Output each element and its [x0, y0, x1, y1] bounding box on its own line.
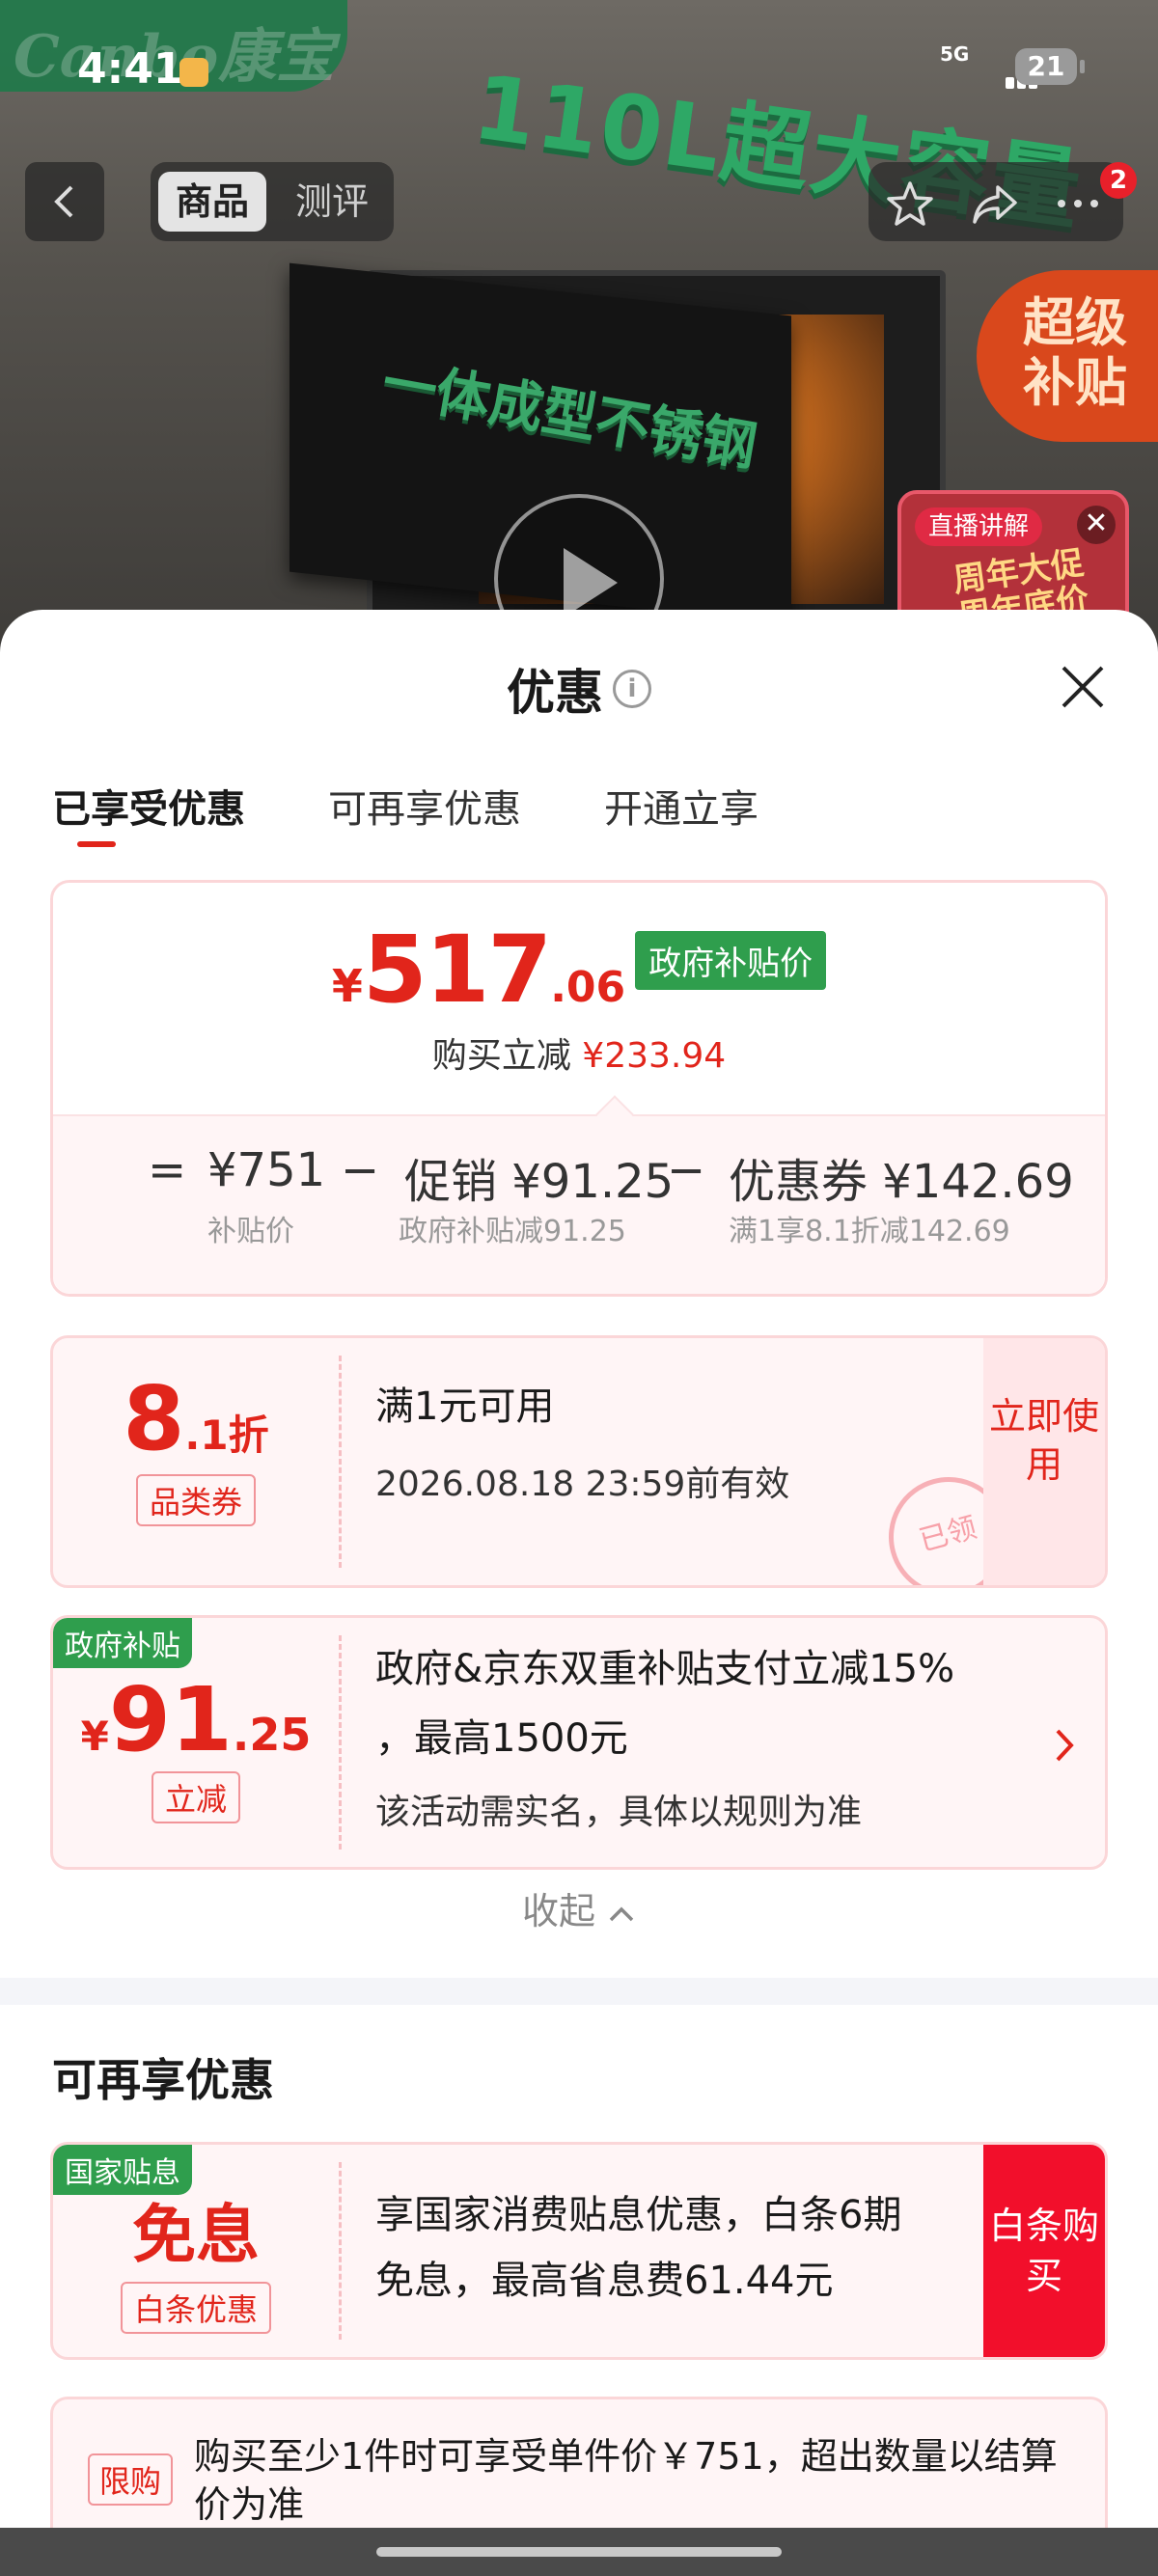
close-icon[interactable]: ✕ [1077, 506, 1116, 544]
coupon-discount: 8.1折 [123, 1367, 269, 1470]
status-time: 4:41 [77, 44, 183, 94]
coupon-type-chip: 品类券 [135, 1474, 256, 1526]
subsidy-note: 该活动需实名，具体以规则为准 [375, 1793, 863, 1832]
tab-activate[interactable]: 开通立享 [604, 778, 758, 834]
info-icon[interactable]: i [613, 670, 651, 708]
active-tab-indicator [77, 841, 116, 847]
chevron-right-icon[interactable] [1053, 1726, 1076, 1765]
interest-free-line1: 享国家消费贴息优惠，白条6期 [375, 2193, 902, 2237]
limit-text: 购买至少1件时可享受单件价￥751，超出数量以结算价为准 [194, 2435, 1058, 2526]
price-decimal: .06 [550, 963, 626, 1012]
section-title: 可再享优惠 [52, 2054, 274, 2106]
top-actions [868, 162, 1123, 241]
collapse-label: 收起 [521, 1890, 595, 1932]
instant-reduce-chip: 立减 [151, 1771, 240, 1823]
star-icon[interactable] [884, 178, 936, 230]
section-gap [0, 1978, 1158, 2005]
price-summary-card: ¥517.06 政府补贴价 购买立减 ¥233.94 = ¥751 补贴价 − 促… [50, 880, 1108, 1297]
subsidy-amount: ¥91.25 [80, 1668, 312, 1771]
reduce-label: 购买立减 [431, 1036, 571, 1076]
final-price: ¥517.06 政府补贴价 [53, 916, 1105, 1024]
use-now-button[interactable]: 立即使用 [983, 1338, 1105, 1585]
interest-free-headline: 免息 [132, 2198, 260, 2272]
gov-subsidy-tag: 政府补贴价 [635, 931, 827, 990]
base-price-label: 补贴价 [207, 1215, 294, 1248]
home-indicator[interactable] [0, 2528, 1158, 2576]
live-tag: 直播讲解 [915, 507, 1043, 546]
reduce-line: 购买立减 ¥233.94 [53, 1028, 1105, 1078]
gov-subsidy-card[interactable]: 政府补贴 ¥91.25 立减 政府&京东双重补贴支付立减15% ，最高1500元… [50, 1615, 1108, 1870]
sheet-title: 优惠 [507, 665, 603, 721]
price-currency: ¥ [331, 960, 363, 1012]
baitiao-chip: 白条优惠 [120, 2282, 271, 2334]
notification-icon [179, 58, 208, 87]
tab-available[interactable]: 可再享优惠 [328, 778, 521, 834]
tab-product[interactable]: 商品 [158, 172, 266, 232]
purchase-limit-note: 限购 购买至少1件时可享受单件价￥751，超出数量以结算价为准 [50, 2397, 1108, 2539]
limit-label: 限购 [88, 2453, 174, 2506]
network-type: 5G [940, 42, 970, 66]
tab-enjoyed[interactable]: 已享受优惠 [52, 778, 245, 834]
chevron-up-icon [609, 1906, 634, 1922]
interest-free-line2: 免息，最高省息费61.44元 [375, 2259, 834, 2303]
more-icon[interactable] [1052, 178, 1104, 230]
coupon-expiry: 2026.08.18 23:59前有效 [375, 1465, 790, 1504]
baitiao-buy-button[interactable]: 白条购买 [983, 2145, 1105, 2357]
subsidy-title-line1: 政府&京东双重补贴支付立减15% [375, 1647, 955, 1691]
subsidy-title-line2: ，最高1500元 [375, 1716, 628, 1761]
share-icon[interactable] [969, 178, 1021, 230]
coupon-condition: 满1元可用 [375, 1384, 555, 1429]
reduce-value: ¥233.94 [582, 1036, 727, 1076]
notification-badge: 2 [1100, 162, 1137, 199]
coupon-label: 满1享8.1折减142.69 [729, 1215, 1010, 1248]
collapse-button[interactable]: 收起 [0, 1881, 1158, 1934]
coupon-value: 优惠券 ¥142.69 [729, 1155, 1074, 1209]
price-integer: 517 [362, 916, 552, 1024]
promo-label: 政府补贴减91.25 [399, 1215, 626, 1248]
promo-value: 促销 ¥91.25 [404, 1155, 675, 1209]
sheet-header: 优惠 i [0, 654, 1158, 724]
base-price: ¥751 [207, 1143, 326, 1197]
back-button[interactable] [25, 162, 104, 241]
product-review-switch: 商品 测评 [151, 162, 394, 241]
close-icon[interactable] [1056, 660, 1110, 714]
category-coupon-card[interactable]: 8.1折 品类券 满1元可用 2026.08.18 23:59前有效 已领 立即… [50, 1335, 1108, 1588]
discount-sheet: 优惠 i 已享受优惠 可再享优惠 开通立享 ¥517.06 政府补贴价 购买立减 ¥… [0, 610, 1158, 2539]
tab-review[interactable]: 测评 [278, 172, 386, 232]
battery-icon: 21 [1015, 48, 1085, 85]
chevron-left-icon [54, 185, 73, 218]
status-bar: 4:41 5G 21 [0, 39, 1158, 96]
super-subsidy-banner[interactable]: 超级补贴 [977, 270, 1158, 442]
interest-free-card[interactable]: 国家贴息 免息 白条优惠 享国家消费贴息优惠，白条6期 免息，最高省息费61.4… [50, 2142, 1108, 2360]
